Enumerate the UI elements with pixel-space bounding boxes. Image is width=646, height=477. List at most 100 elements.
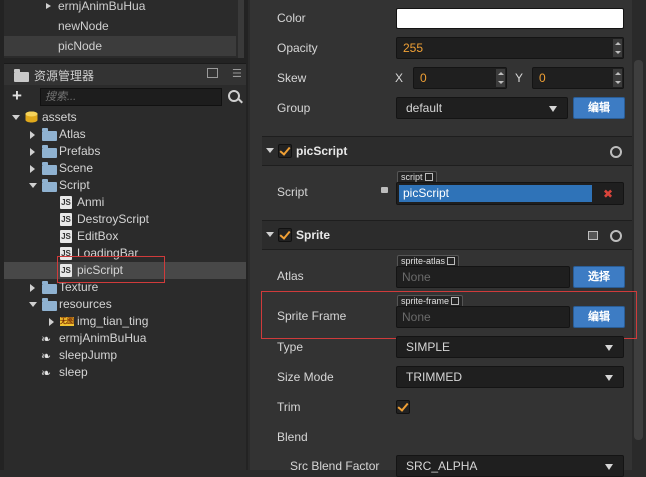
opacity-stepper[interactable] xyxy=(613,39,622,57)
size-mode-select-value: TRIMMED xyxy=(406,370,462,384)
tree-item-sleepjump[interactable]: ❧ sleepJump xyxy=(4,347,246,364)
folder-open-icon xyxy=(42,179,57,192)
folder-open-icon xyxy=(42,298,57,311)
picscript-enabled-checkbox[interactable] xyxy=(278,144,292,158)
atlas-label: Atlas xyxy=(277,269,304,283)
expand-arrow-icon[interactable] xyxy=(30,284,35,292)
trim-checkbox[interactable] xyxy=(396,400,410,414)
collapse-arrow-icon[interactable] xyxy=(29,302,37,307)
hierarchy-panel: ermjAnimBuHua newNode picNode xyxy=(4,0,242,58)
group-label: Group xyxy=(277,101,311,115)
opacity-label: Opacity xyxy=(277,41,318,55)
tree-item-label: Scene xyxy=(59,161,94,175)
src-blend-factor-label: Src Blend Factor xyxy=(290,459,380,473)
opacity-input[interactable]: 255 xyxy=(396,37,624,59)
dragonbones-icon: ❧ xyxy=(41,349,52,363)
tree-item-label: resources xyxy=(59,297,112,311)
group-select-value: default xyxy=(406,101,443,115)
check-icon xyxy=(279,144,291,156)
tree-item-ermjanimbuhua[interactable]: ❧ ermjAnimBuHua xyxy=(4,330,246,347)
restore-window-icon[interactable] xyxy=(207,68,218,78)
skew-y-input[interactable]: 0 xyxy=(532,67,624,89)
sprite-component-title: Sprite xyxy=(296,228,331,242)
group-select[interactable]: default xyxy=(396,97,568,119)
collapse-arrow-icon[interactable] xyxy=(12,115,20,120)
tree-item-atlas[interactable]: Atlas xyxy=(4,126,246,143)
hierarchy-item-selected[interactable]: picNode xyxy=(4,36,236,56)
expand-arrow-icon[interactable] xyxy=(30,165,35,173)
size-mode-select[interactable]: TRIMMED xyxy=(396,366,624,388)
tree-item-resources[interactable]: resources xyxy=(4,296,246,313)
tree-item-label: DestroyScript xyxy=(77,212,150,226)
collapse-arrow-icon[interactable] xyxy=(266,232,274,237)
search-icon[interactable] xyxy=(228,90,240,102)
folder-icon xyxy=(42,128,57,141)
tree-item-label: Prefabs xyxy=(59,144,101,158)
lock-icon xyxy=(381,187,388,193)
tree-item-prefabs[interactable]: Prefabs xyxy=(4,143,246,160)
assets-toolbar: + xyxy=(4,85,246,109)
atlas-type-tag-label: sprite-atlas xyxy=(401,256,446,266)
tree-item-anmi[interactable]: JS Anmi xyxy=(4,194,246,211)
tree-item-script[interactable]: Script xyxy=(4,177,246,194)
tree-item-assets[interactable]: assets xyxy=(4,109,246,126)
skew-x-value: 0 xyxy=(420,71,427,85)
gear-icon[interactable] xyxy=(610,230,622,242)
external-link-icon[interactable] xyxy=(424,173,433,181)
skew-y-label: Y xyxy=(515,71,524,85)
skew-x-stepper[interactable] xyxy=(496,69,505,87)
color-swatch[interactable] xyxy=(396,8,624,29)
src-blend-factor-select[interactable]: SRC_ALPHA xyxy=(396,455,624,477)
hierarchy-item[interactable]: newNode xyxy=(4,16,236,36)
edit-group-button[interactable]: 编辑 xyxy=(573,97,625,119)
tree-item-destroyscript[interactable]: JS DestroyScript xyxy=(4,211,246,228)
assets-panel-header: 资源管理器 ☰ xyxy=(4,63,246,86)
hierarchy-item[interactable]: ermjAnimBuHua xyxy=(4,0,236,16)
tree-item-label: sleepJump xyxy=(59,348,118,362)
menu-icon[interactable]: ☰ xyxy=(232,69,242,80)
hierarchy-item-label: newNode xyxy=(58,19,109,33)
chevron-down-icon xyxy=(605,464,613,470)
skew-x-input[interactable]: 0 xyxy=(413,67,507,89)
collapse-arrow-icon[interactable] xyxy=(29,183,37,188)
tree-item-label: EditBox xyxy=(77,229,119,243)
external-link-icon[interactable] xyxy=(447,257,456,265)
check-icon xyxy=(397,400,409,412)
tree-item-img-tian-ting[interactable]: 无图 img_tian_ting xyxy=(4,313,246,330)
chevron-down-icon xyxy=(549,106,557,112)
trim-label: Trim xyxy=(277,400,301,414)
hierarchy-item-label: ermjAnimBuHua xyxy=(58,0,146,13)
dragonbones-icon: ❧ xyxy=(41,366,52,380)
asset-search-input[interactable] xyxy=(40,88,222,106)
atlas-field[interactable]: None xyxy=(396,266,570,288)
sprite-component-header[interactable]: Sprite xyxy=(262,220,632,250)
gear-icon[interactable] xyxy=(610,146,622,158)
tree-item-editbox[interactable]: JS EditBox xyxy=(4,228,246,245)
tree-item-label: sleep xyxy=(59,365,88,379)
tree-item-scene[interactable]: Scene xyxy=(4,160,246,177)
expand-arrow-icon[interactable] xyxy=(49,318,54,326)
dragonbones-icon: ❧ xyxy=(41,332,52,346)
add-asset-button[interactable]: + xyxy=(12,85,22,107)
skew-y-stepper[interactable] xyxy=(613,69,622,87)
select-atlas-button[interactable]: 选择 xyxy=(573,266,625,288)
tree-item-sleep[interactable]: ❧ sleep xyxy=(4,364,246,381)
script-field[interactable]: picScript ✖ xyxy=(396,182,624,205)
type-select-value: SIMPLE xyxy=(406,340,451,354)
src-blend-factor-value: SRC_ALPHA xyxy=(406,459,478,473)
type-select[interactable]: SIMPLE xyxy=(396,336,624,358)
clear-icon[interactable]: ✖ xyxy=(603,186,613,202)
collapse-arrow-icon[interactable] xyxy=(266,148,274,153)
check-icon xyxy=(279,228,291,240)
sprite-enabled-checkbox[interactable] xyxy=(278,228,292,242)
hierarchy-scrollbar[interactable] xyxy=(238,0,244,58)
js-file-icon: JS xyxy=(60,196,72,209)
picscript-component-header[interactable]: picScript xyxy=(262,136,632,166)
book-icon[interactable] xyxy=(588,231,598,240)
expand-arrow-icon[interactable] xyxy=(30,131,35,139)
inspector-scrollbar-thumb[interactable] xyxy=(634,60,643,440)
expand-arrow-icon[interactable] xyxy=(46,3,51,9)
expand-arrow-icon[interactable] xyxy=(30,148,35,156)
tree-item-label: ermjAnimBuHua xyxy=(59,331,147,345)
js-file-icon: JS xyxy=(60,230,72,243)
